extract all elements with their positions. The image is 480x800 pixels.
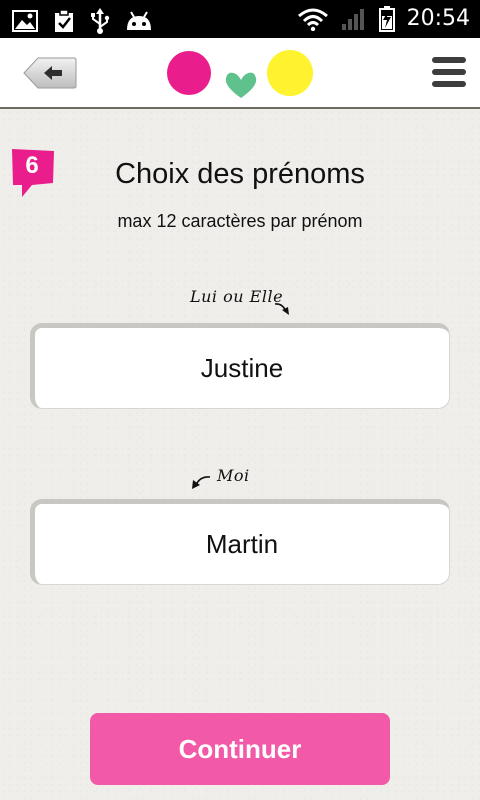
menu-button[interactable]	[432, 57, 466, 91]
continue-button[interactable]: Continuer	[90, 713, 390, 785]
notification-icons	[12, 8, 154, 34]
hamburger-menu-icon	[432, 57, 466, 87]
step-badge: 6	[10, 147, 56, 199]
self-name-field[interactable]: Martin	[30, 499, 450, 585]
wifi-icon	[297, 8, 328, 31]
back-button[interactable]	[22, 56, 78, 90]
usb-icon	[91, 8, 110, 34]
page-subtitle: max 12 caractères par prénom	[117, 211, 363, 231]
self-name-value: Martin	[205, 529, 279, 559]
page-title: Choix des prénoms	[115, 158, 365, 190]
partner-name-field[interactable]: Justine	[30, 323, 450, 409]
clipboard-check-icon	[55, 9, 73, 32]
partner-name-value: Justine	[200, 353, 284, 383]
step-number: 6	[25, 152, 39, 179]
app-bar	[0, 38, 480, 109]
image-icon	[12, 10, 38, 32]
self-name-label: Moi	[217, 466, 250, 485]
app-logo	[167, 50, 313, 98]
back-arrow-icon	[23, 57, 77, 89]
android-icon	[127, 11, 151, 30]
curved-arrow-down-icon	[192, 476, 211, 489]
partner-name-label: Lui ou Elle	[190, 287, 284, 306]
curved-arrow-down-icon	[274, 303, 289, 315]
battery-charging-icon	[378, 6, 395, 32]
signal-icon	[341, 9, 364, 30]
main-content: 6 Choix des prénoms max 12 caractères pa…	[0, 109, 480, 800]
status-bar: 20:54	[0, 0, 480, 38]
system-icons: 20:54	[297, 6, 470, 32]
status-time: 20:54	[406, 6, 470, 31]
